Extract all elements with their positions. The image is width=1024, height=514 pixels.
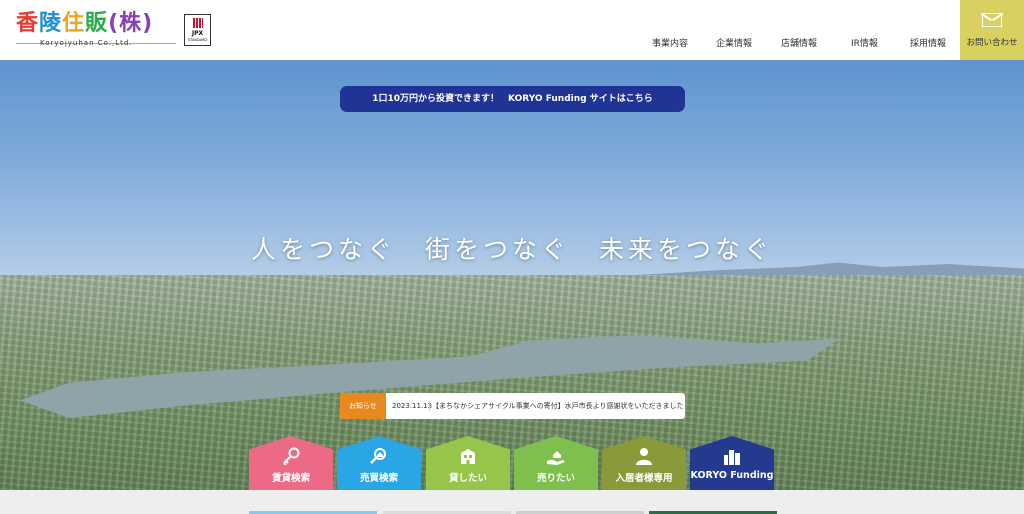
logo-title: 香陵住販(株) [16,11,154,36]
hero-section: 1口10万円から投資できます！ KORYO Funding サイトはこちら 人を… [0,60,1024,490]
content-below-fold [0,490,1024,514]
company-logo[interactable]: 香陵住販(株) Koryojyuhan Co.,Ltd. [16,10,182,50]
city-icon [724,450,740,465]
contact-label: お問い合わせ [966,38,1018,48]
person-icon [636,448,652,465]
nav-recruit[interactable]: 採用情報 [910,36,946,49]
nav-company[interactable]: 企業情報 [716,36,752,49]
site-header: 香陵住販(株) Koryojyuhan Co.,Ltd. JPX STANDAR… [0,0,1024,60]
hand-house-icon [547,451,565,465]
koryo-funding-banner[interactable]: 1口10万円から投資できます！ KORYO Funding サイトはこちら [340,86,685,112]
news-ticker[interactable]: お知らせ 2023.11.13 【まちなかシェアサイクル事業への寄付】水戸市長よ… [340,393,685,419]
nav-stores[interactable]: 店舗情報 [781,36,817,49]
news-date: 2023.11.13 [392,402,433,410]
jpx-standard-badge: JPX STANDARD [184,14,211,46]
news-badge: お知らせ [340,393,386,419]
hero-tagline: 人をつなぐ 街をつなぐ 未来をつなぐ [250,235,773,264]
key-icon [283,447,300,465]
building-icon [461,449,475,464]
nav-ir[interactable]: IR情報 [851,36,878,49]
news-headline-link[interactable]: 【まちなかシェアサイクル事業への寄付】水戸市長より感謝状をいただきました [429,393,684,419]
logo-subtitle: Koryojyuhan Co.,Ltd. [40,39,133,47]
nav-business[interactable]: 事業内容 [652,36,688,49]
house-search-icon [370,448,386,464]
mail-icon [982,13,1002,27]
contact-button[interactable]: お問い合わせ [960,0,1024,60]
jpx-logo-icon [193,18,203,28]
